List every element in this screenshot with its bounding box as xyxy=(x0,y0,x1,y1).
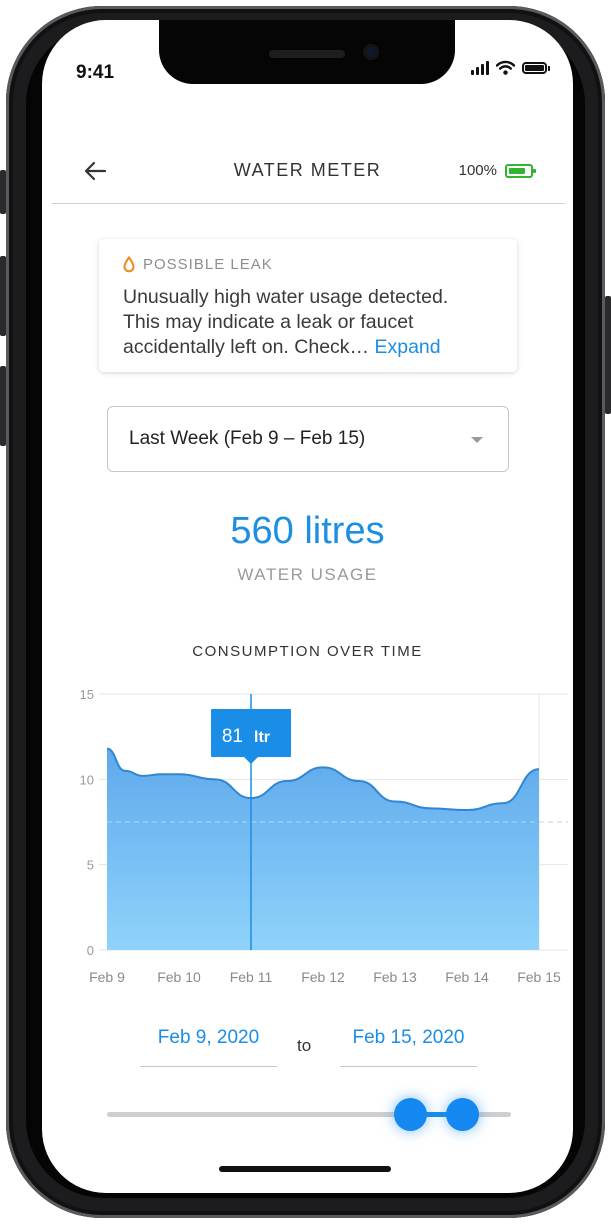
y-tick-label: 5 xyxy=(87,858,94,873)
notch xyxy=(159,20,455,84)
x-tick-label: Feb 9 xyxy=(89,969,125,985)
end-date-field[interactable]: Feb 15, 2020 xyxy=(340,1027,477,1067)
device-battery-status: 100% xyxy=(458,162,536,179)
camera-icon xyxy=(363,44,379,60)
alert-line: This may indicate a leak or faucet xyxy=(123,311,414,333)
header-divider xyxy=(52,203,565,204)
alert-line: Unusually high water usage detected. xyxy=(123,286,449,308)
app-header: WATER METER 100% xyxy=(42,150,573,202)
alert-line: accidentally left on. Check… Expand xyxy=(123,335,503,360)
alert-header: POSSIBLE LEAK xyxy=(123,256,273,273)
home-indicator xyxy=(219,1166,391,1172)
wifi-icon xyxy=(496,60,515,75)
water-usage-value: 560 litres xyxy=(230,510,385,552)
x-tick-label: Feb 15 xyxy=(517,969,561,985)
status-battery-icon xyxy=(522,61,550,74)
cellular-signal-icon xyxy=(471,60,489,75)
alert-line-text: accidentally left on. Check… xyxy=(123,336,370,358)
date-range-to-label: to xyxy=(297,1036,312,1055)
status-icons xyxy=(471,60,550,75)
consumption-chart[interactable]: 15 10 5 0 Feb 9 Feb 10 Feb 11 Feb 12 Feb 13 Feb 1… xyxy=(42,680,573,1000)
x-tick-label: Feb 10 xyxy=(157,969,201,985)
status-time: 9:41 xyxy=(76,62,115,83)
x-tick-label: Feb 12 xyxy=(301,969,345,985)
battery-percent: 100% xyxy=(458,162,497,179)
tooltip-pointer xyxy=(244,757,258,764)
y-tick-label: 10 xyxy=(80,772,94,787)
tooltip-unit: ltr xyxy=(254,729,270,746)
y-tick-label: 0 xyxy=(87,943,94,958)
chart-title: CONSUMPTION OVER TIME xyxy=(192,643,423,660)
water-usage-label: WATER USAGE xyxy=(237,565,378,584)
date-range-dropdown[interactable]: Last Week (Feb 9 – Feb 15) xyxy=(107,406,509,472)
volume-down-button xyxy=(0,366,6,446)
water-drop-icon xyxy=(123,256,135,273)
usage-area xyxy=(107,748,539,950)
tooltip-value: 81 xyxy=(222,726,243,747)
slider-end-thumb[interactable] xyxy=(446,1098,480,1131)
caret-down-icon xyxy=(471,437,483,443)
x-tick-label: Feb 13 xyxy=(373,969,417,985)
speaker-grille xyxy=(269,50,345,58)
alert-title: POSSIBLE LEAK xyxy=(143,256,273,273)
x-tick-label: Feb 14 xyxy=(445,969,489,985)
expand-link[interactable]: Expand xyxy=(374,336,440,358)
power-button xyxy=(605,296,611,414)
y-tick-label: 15 xyxy=(80,687,94,702)
battery-icon xyxy=(505,163,536,178)
app-screen: 9:41 WATER METER 100% POSSIBLE LEAK Unus… xyxy=(42,20,573,1193)
alert-message: Unusually high water usage detected. Thi… xyxy=(123,285,503,360)
x-tick-label: Feb 11 xyxy=(230,969,273,985)
date-range-selected: Last Week (Feb 9 – Feb 15) xyxy=(129,428,366,449)
silent-switch xyxy=(0,170,6,214)
start-date-field[interactable]: Feb 9, 2020 xyxy=(140,1027,277,1067)
volume-up-button xyxy=(0,256,6,336)
slider-start-thumb[interactable] xyxy=(393,1098,427,1131)
leak-alert-card: POSSIBLE LEAK Unusually high water usage… xyxy=(99,239,517,372)
